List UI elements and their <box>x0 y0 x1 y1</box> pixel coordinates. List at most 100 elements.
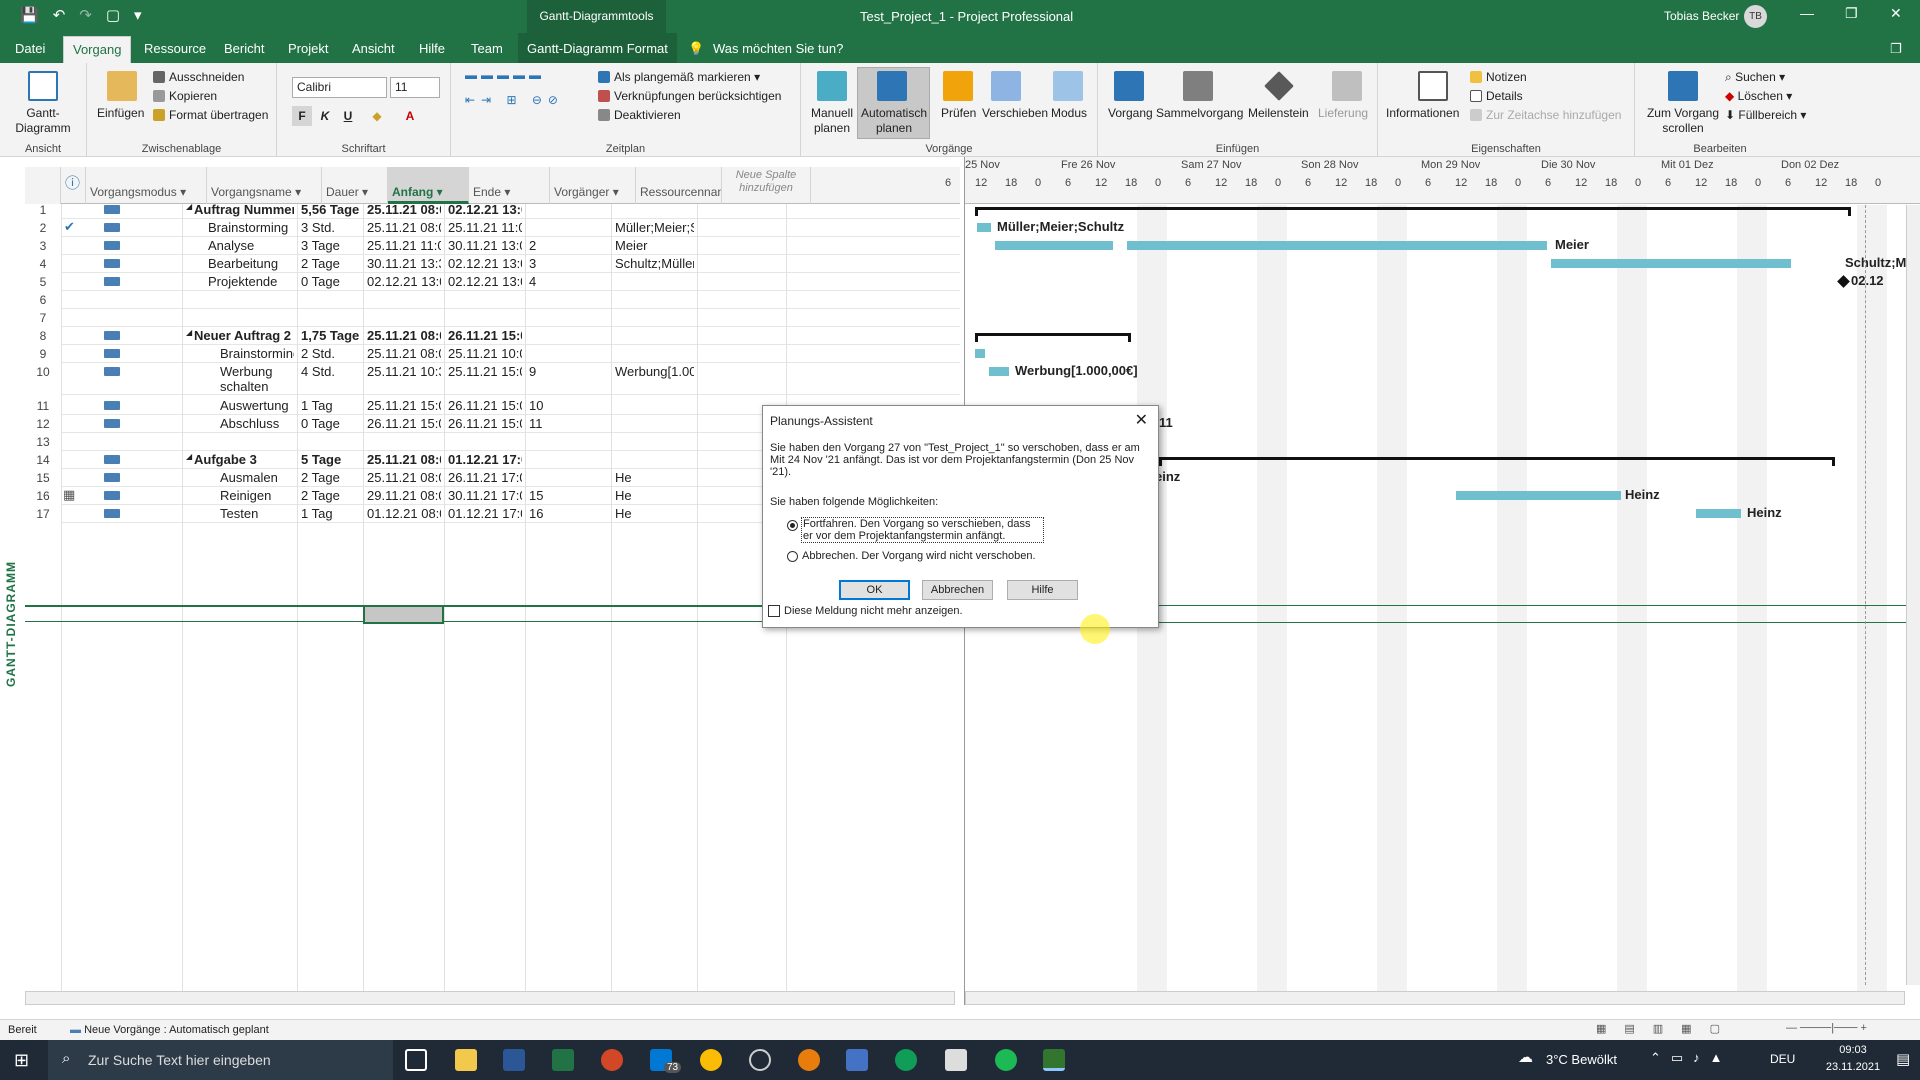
end-cell[interactable]: 25.11.21 15:00 <box>448 364 522 379</box>
paint-icon[interactable] <box>846 1049 868 1071</box>
file-explorer-icon[interactable] <box>455 1049 477 1071</box>
row-number[interactable]: 14 <box>25 453 61 467</box>
row-number[interactable]: 12 <box>25 417 61 431</box>
predecessors-cell[interactable]: 15 <box>529 488 608 503</box>
start-cell[interactable]: 25.11.21 15:00 <box>367 398 441 413</box>
fill-button[interactable]: ⬇ Füllbereich ▾ <box>1725 108 1806 122</box>
task-name-cell[interactable]: Abschluss <box>220 416 294 431</box>
format-painter-button[interactable]: Format übertragen <box>153 108 268 122</box>
row-number[interactable]: 9 <box>25 347 61 361</box>
dont-show-label[interactable]: Diese Meldung nicht mehr anzeigen. <box>784 605 963 617</box>
project-icon[interactable] <box>1043 1049 1065 1071</box>
weather-text[interactable]: 3°C Bewölkt <box>1546 1052 1617 1067</box>
clock-time[interactable]: 09:03 <box>1818 1044 1888 1056</box>
duration-cell[interactable]: 3 Std. <box>301 220 360 235</box>
predecessors-cell[interactable]: 11 <box>529 416 608 431</box>
info-column-icon[interactable]: ⓘ <box>61 167 86 204</box>
tab-projekt[interactable]: Projekt <box>288 41 328 56</box>
mark-on-track-button[interactable]: Als plangemäß markieren ▾ <box>598 70 760 84</box>
language-indicator[interactable]: DEU <box>1770 1052 1795 1066</box>
task-bar[interactable] <box>977 223 991 232</box>
mode-icon[interactable] <box>1053 71 1083 101</box>
summary-bar[interactable] <box>975 333 1131 342</box>
start-cell[interactable]: 25.11.21 08:00 <box>367 202 441 217</box>
task-name-cell[interactable]: Brainstorming <box>208 220 294 235</box>
duration-cell[interactable]: 5,56 Tage <box>301 202 360 217</box>
row-number[interactable]: 17 <box>25 507 61 521</box>
tab-hilfe[interactable]: Hilfe <box>419 41 445 56</box>
percent-complete-icons[interactable]: ▬▬▬▬▬ <box>465 68 545 82</box>
horizontal-scrollbar-table[interactable] <box>25 991 955 1005</box>
vertical-scrollbar[interactable] <box>1906 205 1920 985</box>
inspect-button[interactable]: Prüfen <box>941 106 976 120</box>
resources-cell[interactable]: He <box>615 470 694 485</box>
tab-ressource[interactable]: Ressource <box>144 41 206 56</box>
indent-link-icons[interactable]: ⇤⇥ ⊞ ⊖⊘ <box>465 93 564 107</box>
mode-button[interactable]: Modus <box>1051 106 1087 120</box>
edge-icon[interactable] <box>895 1049 917 1071</box>
start-cell[interactable]: 29.11.21 08:00 <box>367 488 441 503</box>
predecessors-cell[interactable]: 10 <box>529 398 608 413</box>
scroll-to-task-icon[interactable] <box>1668 71 1698 101</box>
new-tasks-mode[interactable]: ▬ Neue Vorgänge : Automatisch geplant <box>70 1024 269 1036</box>
collapse-triangle-icon[interactable]: ◢ <box>186 452 192 461</box>
radio-cancel[interactable] <box>787 551 798 562</box>
user-name[interactable]: Tobias Becker <box>1664 9 1739 23</box>
duration-cell[interactable]: 4 Std. <box>301 364 360 379</box>
duration-cell[interactable]: 2 Tage <box>301 256 360 271</box>
row-number[interactable]: 1 <box>25 203 61 217</box>
undo-icon[interactable]: ↶ <box>53 6 66 24</box>
col-header-resources[interactable]: Ressourcennam ▾ <box>636 167 722 204</box>
task-bar[interactable] <box>1551 259 1791 268</box>
paste-icon[interactable] <box>107 71 137 101</box>
task-bar[interactable] <box>975 349 985 358</box>
delete-button[interactable]: ◆ Löschen ▾ <box>1725 89 1792 103</box>
task-bar[interactable] <box>1696 509 1741 518</box>
col-header-predecessors[interactable]: Vorgänger ▾ <box>550 167 636 204</box>
respect-links-button[interactable]: Verknüpfungen berücksichtigen <box>598 89 781 103</box>
task-name-cell[interactable]: Auftrag Nummer 1 <box>194 202 294 217</box>
tab-bericht[interactable]: Bericht <box>224 41 264 56</box>
taskbar-search[interactable]: ⌕ Zur Suche Text hier eingeben <box>48 1040 393 1080</box>
cancel-button[interactable]: Abbrechen <box>922 580 993 600</box>
insert-task-button[interactable]: Vorgang <box>1108 106 1153 120</box>
close-icon[interactable]: ✕ <box>1890 5 1902 22</box>
row-number[interactable]: 7 <box>25 311 61 325</box>
task-name-cell[interactable]: Aufgabe 3 <box>194 452 294 467</box>
start-cell[interactable]: 25.11.21 11:00 <box>367 238 441 253</box>
tab-gantt-format[interactable]: Gantt-Diagramm Format <box>518 33 677 63</box>
predecessors-cell[interactable]: 4 <box>529 274 608 289</box>
powerpoint-icon[interactable] <box>601 1049 623 1071</box>
tab-vorgang[interactable]: Vorgang <box>63 36 132 63</box>
font-size-select[interactable]: 11 <box>390 77 440 98</box>
minimize-icon[interactable]: — <box>1800 5 1814 21</box>
summary-icon[interactable] <box>1183 71 1213 101</box>
tab-team[interactable]: Team <box>471 41 503 56</box>
italic-button[interactable]: K <box>315 106 335 126</box>
summary-bar[interactable] <box>975 207 1851 216</box>
copy-button[interactable]: Kopieren <box>153 89 217 103</box>
font-name-select[interactable]: Calibri <box>292 77 387 98</box>
avatar[interactable]: TB <box>1744 5 1767 28</box>
gantt-chart-icon[interactable] <box>28 71 58 101</box>
task-bar[interactable] <box>1127 241 1547 250</box>
search-button[interactable]: ⌕ Suchen ▾ <box>1725 70 1785 85</box>
start-cell[interactable]: 30.11.21 13:30 <box>367 256 441 271</box>
font-color-icon[interactable]: A <box>400 106 420 126</box>
end-cell[interactable]: 01.12.21 17:00 <box>448 452 522 467</box>
redo-icon[interactable]: ↷ <box>79 6 92 24</box>
app-circle-icon[interactable] <box>749 1049 771 1071</box>
radio-continue[interactable] <box>787 520 798 531</box>
underline-button[interactable]: U <box>338 106 358 126</box>
start-cell[interactable]: 26.11.21 15:00 <box>367 416 441 431</box>
word-icon[interactable] <box>503 1049 525 1071</box>
paste-button[interactable]: Einfügen <box>97 106 144 120</box>
task-view-icon[interactable] <box>405 1049 427 1071</box>
duration-cell[interactable]: 0 Tage <box>301 416 360 431</box>
start-cell[interactable]: 02.12.21 13:00 <box>367 274 441 289</box>
resources-cell[interactable]: Müller;Meier;Sc <box>615 220 694 235</box>
restore-ribbon-icon[interactable]: ❐ <box>1890 41 1902 57</box>
col-header-mode[interactable]: Vorgangsmodus ▾ <box>86 167 207 204</box>
resources-cell[interactable]: Meier <box>615 238 694 253</box>
row-number[interactable]: 8 <box>25 329 61 343</box>
